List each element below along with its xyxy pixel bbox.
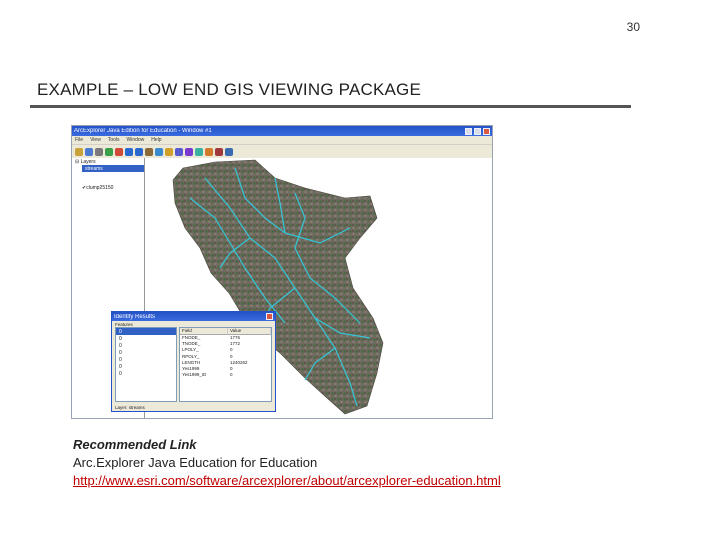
help-icon[interactable] [225, 147, 233, 156]
minimize-icon[interactable] [465, 127, 472, 135]
recommended-link-heading: Recommended Link [73, 437, 197, 452]
zoom-in-icon[interactable] [125, 147, 133, 156]
list-item[interactable]: 0 [116, 335, 176, 342]
remove-layer-icon[interactable] [115, 147, 123, 156]
app-menubar: File View Tools Window Help [72, 136, 492, 145]
legend-header-label: Layers [80, 158, 96, 165]
print-icon[interactable] [95, 147, 103, 156]
app-titlebar: ArcExplorer Java Edition for Education -… [72, 126, 492, 136]
list-item[interactable]: 0 [116, 370, 176, 377]
recommended-link-description: Arc.Explorer Java Education for Educatio… [73, 455, 318, 470]
query-icon[interactable] [205, 147, 213, 156]
feature-list: 0 0 0 0 0 0 0 [115, 327, 177, 402]
menu-window[interactable]: Window [127, 137, 145, 143]
legend-item-label: clump25150 [86, 184, 114, 191]
list-item[interactable]: 0 [116, 328, 176, 335]
select-icon[interactable] [195, 147, 203, 156]
zoom-out-icon[interactable] [135, 147, 143, 156]
app-window-title: ArcExplorer Java Edition for Education -… [74, 128, 212, 134]
close-icon[interactable] [483, 127, 490, 135]
attribute-table: Field Value FNODE_ 1776 TNODE_ 1772 LPOL… [179, 327, 272, 402]
identify-titlebar: Identify Results [112, 312, 275, 321]
identify-window-title: Identify Results [114, 313, 156, 320]
pan-icon[interactable] [145, 147, 153, 156]
legend-item-clump[interactable]: ✔ clump25150 [72, 184, 144, 191]
identify-panels: 0 0 0 0 0 0 0 Field Value FNODE_ 1776 TN… [115, 327, 272, 402]
recommended-link-url[interactable]: http://www.esri.com/software/arcexplorer… [73, 473, 501, 488]
full-extent-icon[interactable] [155, 147, 163, 156]
menu-file[interactable]: File [75, 137, 83, 143]
app-toolbar [72, 145, 492, 159]
find-icon[interactable] [175, 147, 183, 156]
clear-icon[interactable] [215, 147, 223, 156]
column-header-value[interactable]: Value [228, 328, 271, 335]
title-divider [30, 105, 631, 108]
identify-results-dialog: Identify Results Features 0 0 0 0 0 0 0 … [111, 311, 276, 412]
list-item[interactable]: 0 [116, 342, 176, 349]
identify-icon[interactable] [165, 147, 173, 156]
add-layer-icon[interactable] [105, 147, 113, 156]
save-icon[interactable] [85, 147, 93, 156]
measure-icon[interactable] [185, 147, 193, 156]
table-cell: Yes1999_ID [182, 372, 207, 378]
identify-status: Layer: streams [115, 405, 145, 410]
open-icon[interactable] [75, 147, 83, 156]
page-number: 30 [626, 20, 640, 34]
maximize-icon[interactable] [474, 127, 481, 135]
legend-item-streams[interactable]: streams [82, 165, 144, 172]
slide-title: EXAMPLE – LOW END GIS VIEWING PACKAGE [37, 80, 422, 99]
list-item[interactable]: 0 [116, 356, 176, 363]
close-icon[interactable] [266, 313, 273, 320]
legend-item-label: streams [85, 165, 103, 172]
menu-tools[interactable]: Tools [108, 137, 120, 143]
list-item[interactable]: 0 [116, 363, 176, 370]
column-header-field[interactable]: Field [180, 328, 228, 335]
menu-help[interactable]: Help [151, 137, 161, 143]
menu-view[interactable]: View [90, 137, 101, 143]
legend-header[interactable]: ⊟ Layers [72, 158, 144, 165]
table-cell: 0 [230, 372, 233, 378]
list-item[interactable]: 0 [116, 349, 176, 356]
